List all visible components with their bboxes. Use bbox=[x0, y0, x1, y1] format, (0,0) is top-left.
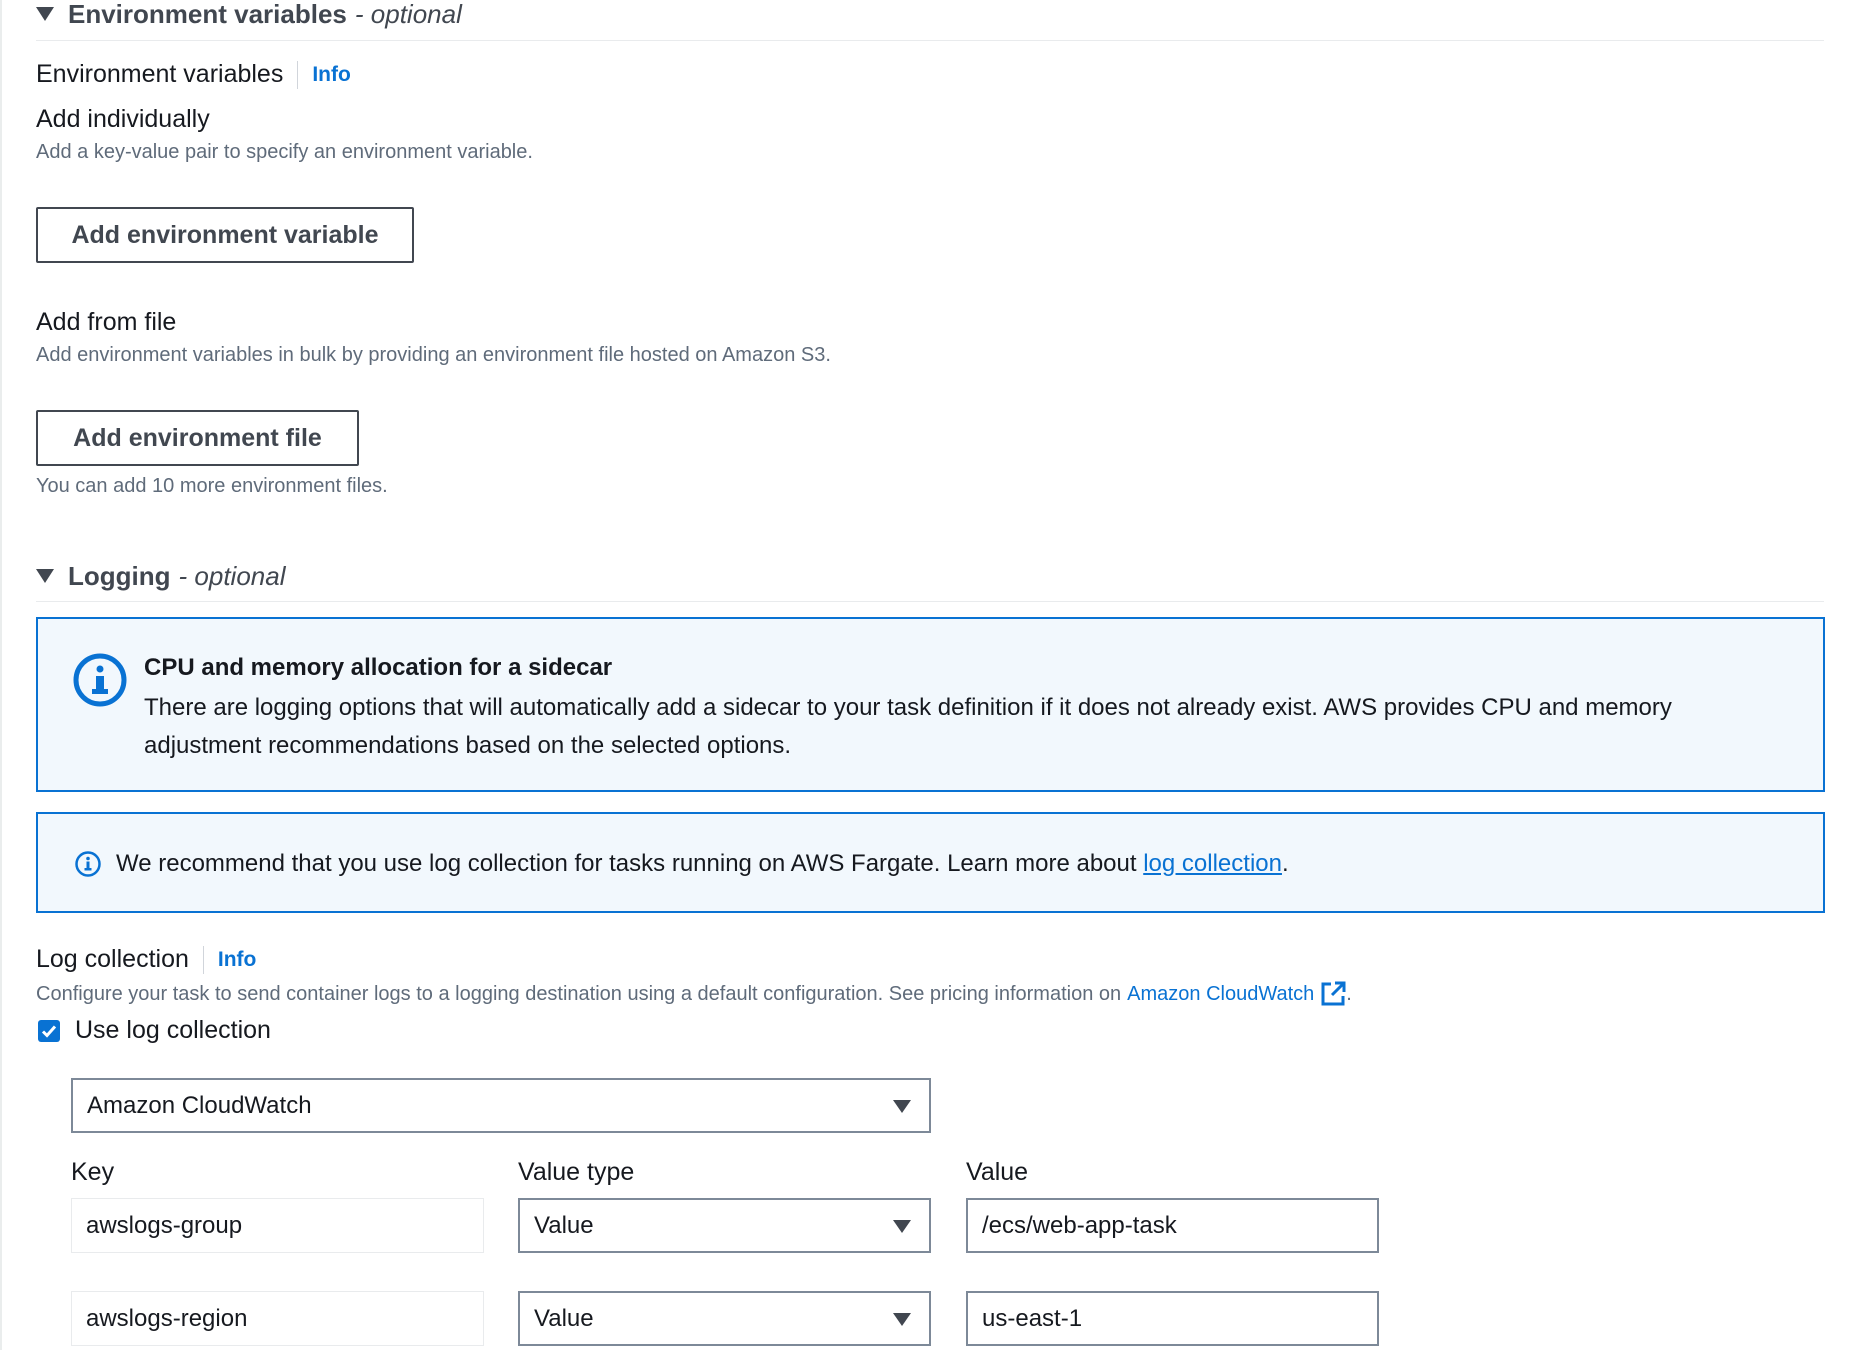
option-value-text: us-east-1 bbox=[982, 1304, 1083, 1332]
log-destination-value: Amazon CloudWatch bbox=[87, 1091, 312, 1119]
env-section-header[interactable]: Environment variables - optional bbox=[36, 0, 462, 29]
caret-down-icon bbox=[893, 1219, 911, 1233]
option-value-text: /ecs/web-app-task bbox=[982, 1211, 1177, 1239]
add-environment-variable-button[interactable]: Add environment variable bbox=[36, 207, 414, 263]
log-collection-desc: Configure your task to send container lo… bbox=[36, 982, 1122, 1005]
option-value-type-select[interactable]: Value bbox=[518, 1291, 931, 1346]
use-log-collection-checkbox[interactable] bbox=[38, 1020, 60, 1042]
info-circle-icon bbox=[73, 653, 127, 707]
divider bbox=[36, 40, 1824, 41]
option-value-type-value: Value bbox=[534, 1304, 594, 1332]
add-individually-title: Add individually bbox=[36, 105, 210, 133]
env-section-title: Environment variables bbox=[68, 0, 347, 29]
option-value-type-value: Value bbox=[534, 1211, 594, 1239]
value-type-column-header: Value type bbox=[518, 1158, 635, 1186]
sidecar-alert-title: CPU and memory allocation for a sidecar bbox=[144, 654, 613, 681]
key-column-header: Key bbox=[71, 1158, 115, 1186]
use-log-collection-label[interactable]: Use log collection bbox=[75, 1016, 271, 1045]
amazon-cloudwatch-link[interactable]: Amazon CloudWatch bbox=[1127, 983, 1314, 1006]
divider bbox=[36, 601, 1824, 602]
option-key-input: awslogs-group bbox=[71, 1198, 484, 1253]
caret-down-icon bbox=[36, 7, 54, 21]
external-link-icon[interactable] bbox=[1320, 981, 1346, 1007]
env-label: Environment variables bbox=[36, 60, 284, 88]
info-circle-icon bbox=[75, 851, 101, 877]
env-section-optional: - optional bbox=[354, 0, 462, 29]
caret-down-icon bbox=[893, 1099, 911, 1113]
caret-down-icon bbox=[893, 1312, 911, 1326]
sidecar-info-alert: CPU and memory allocation for a sidecar … bbox=[36, 617, 1825, 792]
env-label-row: Environment variables Info bbox=[36, 60, 351, 89]
log-collection-label: Log collection bbox=[36, 945, 189, 973]
add-individually-desc: Add a key-value pair to specify an envir… bbox=[36, 141, 533, 163]
log-collection-label-row: Log collection Info bbox=[36, 945, 256, 974]
fargate-alert-suffix: . bbox=[1281, 850, 1289, 877]
add-environment-file-button[interactable]: Add environment file bbox=[36, 410, 359, 466]
logging-section-optional: - optional bbox=[178, 560, 286, 591]
env-files-hint: You can add 10 more environment files. bbox=[36, 475, 388, 497]
fargate-alert-text-row: We recommend that you use log collection… bbox=[116, 845, 1289, 883]
env-info-link[interactable]: Info bbox=[312, 63, 350, 87]
logging-section-header[interactable]: Logging - optional bbox=[36, 560, 285, 592]
checkmark-icon bbox=[41, 1025, 57, 1038]
log-destination-select[interactable]: Amazon CloudWatch bbox=[71, 1078, 931, 1133]
separator bbox=[202, 945, 204, 974]
separator bbox=[297, 60, 299, 89]
left-border bbox=[0, 0, 2, 1350]
option-value-type-select[interactable]: Value bbox=[518, 1198, 931, 1253]
option-key-value: awslogs-region bbox=[86, 1304, 248, 1332]
add-from-file-desc: Add environment variables in bulk by pro… bbox=[36, 344, 831, 366]
value-column-header: Value bbox=[966, 1158, 1029, 1186]
add-from-file-title: Add from file bbox=[36, 308, 177, 336]
option-key-value: awslogs-group bbox=[86, 1211, 243, 1239]
fargate-alert-text: We recommend that you use log collection… bbox=[116, 850, 1144, 877]
option-key-input: awslogs-region bbox=[71, 1291, 484, 1346]
logging-section-title: Logging bbox=[68, 560, 171, 591]
log-collection-link[interactable]: log collection bbox=[1143, 850, 1282, 877]
log-collection-desc-row: Configure your task to send container lo… bbox=[36, 981, 1352, 1007]
option-value-input[interactable]: /ecs/web-app-task bbox=[966, 1198, 1379, 1253]
caret-down-icon bbox=[36, 569, 54, 583]
sidecar-alert-text: There are logging options that will auto… bbox=[144, 694, 1672, 759]
fargate-info-alert: We recommend that you use log collection… bbox=[36, 812, 1825, 913]
option-value-input[interactable]: us-east-1 bbox=[966, 1291, 1379, 1346]
log-collection-desc-suffix: . bbox=[1346, 982, 1352, 1005]
log-collection-info-link[interactable]: Info bbox=[218, 948, 256, 972]
